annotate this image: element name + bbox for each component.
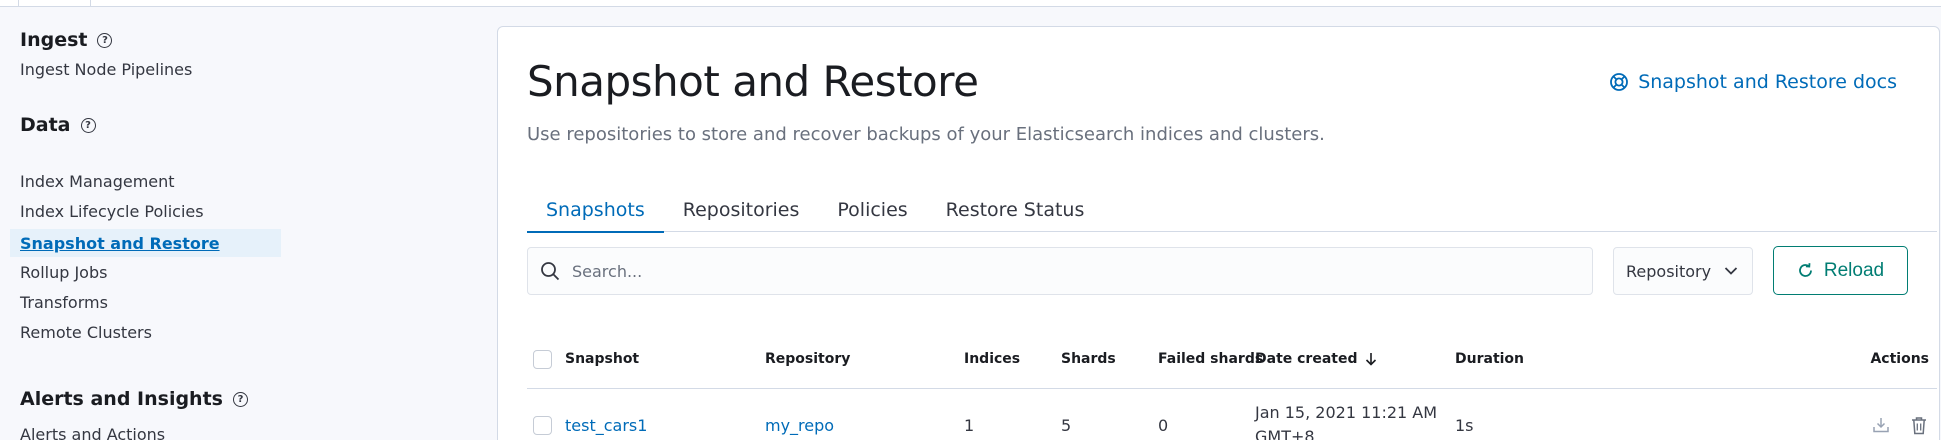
sidebar-item-ingest-node-pipelines[interactable]: Ingest Node Pipelines bbox=[10, 55, 281, 83]
snapshot-restore-panel: Snapshot and Restore Snapshot and Restor… bbox=[497, 26, 1940, 440]
nav-group-title: Ingest bbox=[20, 29, 88, 51]
tab-bar: Snapshots Repositories Policies Restore … bbox=[527, 187, 1937, 233]
repository-name-link[interactable]: my_repo bbox=[765, 389, 834, 440]
side-navigation: Ingest ? Ingest Node Pipelines Data ? In… bbox=[0, 7, 480, 440]
repository-filter-label: Repository bbox=[1626, 261, 1712, 281]
question-circle-icon[interactable]: ? bbox=[232, 391, 248, 407]
row-select-cell bbox=[533, 389, 552, 440]
date-created-timezone: GMT+8 bbox=[1255, 427, 1315, 440]
refresh-icon bbox=[1799, 263, 1812, 277]
nav-group-ingest: Ingest ? bbox=[20, 29, 113, 51]
chevron-down-icon bbox=[1724, 267, 1738, 275]
sidebar-item-transforms[interactable]: Transforms bbox=[10, 288, 281, 316]
header-divider bbox=[18, 0, 19, 6]
nav-group-title: Data bbox=[20, 114, 71, 136]
question-circle-icon[interactable]: ? bbox=[80, 117, 96, 133]
column-header-label: Date created bbox=[1255, 351, 1358, 367]
tab-policies[interactable]: Policies bbox=[818, 187, 926, 232]
tab-repositories[interactable]: Repositories bbox=[664, 187, 819, 232]
sidebar-item-alerts-and-actions[interactable]: Alerts and Actions bbox=[20, 425, 165, 440]
table-header: Snapshot Repository Indices Shards Faile… bbox=[527, 329, 1937, 389]
docs-link[interactable]: Snapshot and Restore docs bbox=[1609, 71, 1897, 93]
page-description: Use repositories to store and recover ba… bbox=[527, 124, 1325, 145]
search-input[interactable] bbox=[572, 261, 1552, 281]
sidebar-item-snapshot-and-restore[interactable]: Snapshot and Restore bbox=[10, 229, 281, 257]
nav-group-alerts-and-insights: Alerts and Insights ? bbox=[20, 388, 248, 410]
sidebar-item-remote-clusters[interactable]: Remote Clusters bbox=[10, 318, 281, 346]
select-all-checkbox[interactable] bbox=[533, 349, 552, 369]
repository-filter-select[interactable]: Repository bbox=[1613, 247, 1753, 295]
search-box bbox=[527, 247, 1593, 295]
arrow-down-icon bbox=[1366, 353, 1377, 366]
date-created-text: Jan 15, 2021 11:21 AM GMT+8 bbox=[1255, 401, 1437, 440]
column-header-snapshot[interactable]: Snapshot bbox=[565, 329, 639, 389]
help-lifebuoy-icon bbox=[1610, 73, 1629, 91]
trash-icon[interactable] bbox=[1909, 415, 1929, 435]
column-header-shards[interactable]: Shards bbox=[1061, 329, 1116, 389]
date-created-value: Jan 15, 2021 11:21 AM GMT+8 bbox=[1255, 389, 1455, 440]
indices-count: 1 bbox=[964, 415, 975, 435]
header-divider bbox=[90, 0, 91, 6]
failed-shards-count: 0 bbox=[1158, 415, 1169, 435]
tab-snapshots[interactable]: Snapshots bbox=[527, 187, 664, 233]
sidebar-item-index-management[interactable]: Index Management bbox=[10, 167, 281, 195]
table-row: test_cars1 my_repo 1 5 0 Jan 15, 2021 11… bbox=[527, 389, 1937, 440]
top-header-edge bbox=[0, 0, 1941, 7]
select-all-cell bbox=[533, 329, 552, 389]
reload-button[interactable]: Reload bbox=[1773, 246, 1908, 295]
sidebar-item-index-lifecycle-policies[interactable]: Index Lifecycle Policies bbox=[10, 197, 281, 225]
reload-button-label: Reload bbox=[1823, 259, 1885, 281]
column-header-date-created[interactable]: Date created bbox=[1255, 329, 1377, 389]
column-header-repository[interactable]: Repository bbox=[765, 329, 850, 389]
snapshot-name-link[interactable]: test_cars1 bbox=[565, 389, 647, 440]
duration-value: 1s bbox=[1455, 415, 1474, 435]
column-header-duration[interactable]: Duration bbox=[1455, 329, 1524, 389]
nav-group-title: Alerts and Insights bbox=[20, 388, 223, 410]
docs-link-label: Snapshot and Restore docs bbox=[1638, 71, 1897, 93]
question-circle-icon[interactable]: ? bbox=[97, 32, 113, 48]
magnifier-icon bbox=[541, 262, 560, 281]
column-header-indices[interactable]: Indices bbox=[964, 329, 1020, 389]
tab-restore-status[interactable]: Restore Status bbox=[927, 187, 1104, 232]
nav-group-data: Data ? bbox=[20, 114, 96, 136]
column-header-failed-shards[interactable]: Failed shards bbox=[1158, 329, 1263, 389]
page-title: Snapshot and Restore bbox=[527, 57, 979, 106]
shards-count: 5 bbox=[1061, 415, 1072, 435]
row-checkbox[interactable] bbox=[533, 415, 552, 435]
date-created-line: Jan 15, 2021 11:21 AM bbox=[1255, 403, 1438, 422]
restore-download-icon[interactable] bbox=[1871, 415, 1891, 435]
sidebar-item-rollup-jobs[interactable]: Rollup Jobs bbox=[10, 258, 281, 286]
row-actions bbox=[1871, 389, 1929, 440]
column-header-actions: Actions bbox=[1870, 351, 1929, 367]
